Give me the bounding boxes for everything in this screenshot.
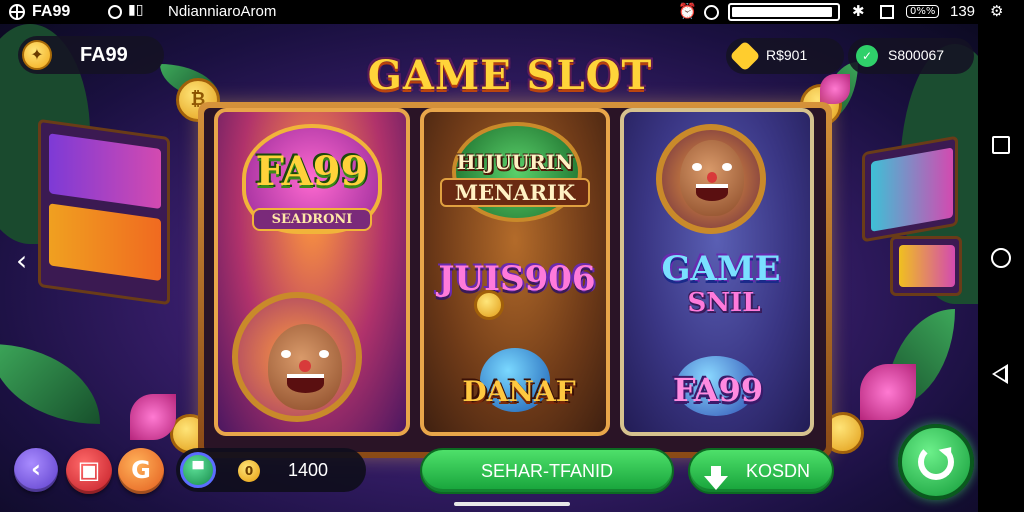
secondary-action-button[interactable]: KOSDN — [688, 448, 834, 494]
secondary-action-label: KOSDN — [746, 461, 811, 481]
reel-1-symbol-1-title: FA99 — [255, 148, 369, 195]
screen-icon — [880, 5, 894, 19]
wallet-icon: ▀ — [180, 452, 216, 488]
side-slot-machine-right-2 — [890, 236, 962, 296]
reel-3: GAME SNIL FA99 — [620, 108, 814, 436]
battery-fill — [732, 7, 832, 17]
main-action-button[interactable]: SEHAR-TFANID — [420, 448, 674, 494]
flower-decoration — [820, 74, 850, 104]
reel-3-symbol-2: FA99 — [672, 371, 764, 409]
clock-icon — [108, 5, 122, 19]
status-pill: 0%% — [906, 5, 940, 18]
settings-icon: ⚙ — [990, 2, 1004, 20]
reel-3-symbol-1-subtitle: SNIL — [687, 288, 761, 318]
system-nav-bar — [978, 24, 1024, 512]
globe-icon — [9, 4, 25, 20]
back-round-button[interactable]: ‹ — [14, 448, 58, 492]
coin-icon: 0 — [238, 460, 260, 482]
side-slot-machine-left — [38, 118, 170, 306]
bluetooth-icon: ✱ — [852, 2, 865, 20]
prev-arrow-icon[interactable]: ‹ — [16, 244, 27, 277]
reel-3-symbol-1-title: GAME — [661, 249, 781, 289]
character-face — [268, 324, 342, 410]
reel-1: FA99 SEADRONI — [214, 108, 410, 436]
coin-icon — [474, 290, 504, 320]
credit-value: 1400 — [288, 460, 329, 480]
battery-icon — [728, 3, 840, 21]
status-time: 139 — [950, 3, 976, 20]
reel-1-symbol-1-subtitle: SEADRONI — [252, 208, 372, 231]
grid-icon: ▣ — [77, 456, 101, 484]
brand-name: FA99 — [80, 44, 128, 66]
side-machine-screen — [899, 245, 955, 287]
credit-pill[interactable]: ▀ 0 1400 — [176, 448, 366, 492]
flower-decoration — [860, 364, 916, 420]
side-machine-screen — [49, 203, 161, 282]
reel-2-symbol-3: DANAF — [462, 375, 576, 408]
status-title: NdianniaroAr​om — [168, 3, 277, 20]
status-bar: FA99 ▮▯ NdianniaroAr​om ⏰ ✱ 0%% 139 ⚙ — [0, 0, 1024, 24]
settings-round-button[interactable]: G — [118, 448, 164, 494]
flower-decoration — [130, 394, 176, 440]
sync-icon — [704, 5, 719, 20]
game-title: GAME SLOT — [367, 52, 653, 99]
brand-pill[interactable]: ✦ FA99 — [18, 36, 164, 74]
download-arrow-icon — [704, 466, 728, 490]
home-indicator[interactable] — [454, 502, 570, 506]
side-slot-machine-right — [862, 135, 958, 243]
alarm-icon: ⏰ — [678, 2, 697, 20]
balance-pill-primary[interactable]: R$901 — [726, 38, 844, 74]
g-icon: G — [131, 456, 151, 484]
star-coin-icon: ✦ — [22, 40, 52, 70]
menu-round-button[interactable]: ▣ — [66, 448, 112, 494]
balance-pill-secondary[interactable]: ✓ S800067 — [848, 38, 974, 74]
reel-2: HIJUURIN MENARIK JUIS906 DANAF — [420, 108, 610, 436]
back-button[interactable] — [992, 364, 1008, 384]
reel-2-symbol-1-title: HIJUURIN — [456, 150, 574, 174]
leaf-icon: ✓ — [856, 45, 878, 67]
home-button[interactable] — [991, 248, 1011, 268]
refresh-icon — [918, 444, 954, 480]
leaf-decoration — [0, 344, 100, 424]
side-machine-screen — [871, 147, 953, 232]
chevron-left-icon: ‹ — [31, 455, 41, 483]
side-machine-screen — [49, 133, 161, 210]
balance-primary: R$901 — [766, 47, 808, 63]
character-face — [680, 140, 744, 216]
balance-secondary: S800067 — [888, 47, 945, 63]
spin-button[interactable] — [898, 424, 974, 500]
signal-icon: ▮▯ — [128, 2, 144, 18]
reel-2-symbol-2: JUIS906 — [438, 259, 596, 299]
diamond-icon — [729, 40, 761, 72]
reel-2-symbol-1-subtitle: MENARIK — [440, 178, 590, 207]
recents-button[interactable] — [992, 136, 1010, 154]
game-screen: ‹ ✦ FA99 R$901 ✓ S800067 GAME SLOT ₿ FA9… — [0, 24, 978, 512]
status-app-name: FA99 — [32, 3, 71, 20]
